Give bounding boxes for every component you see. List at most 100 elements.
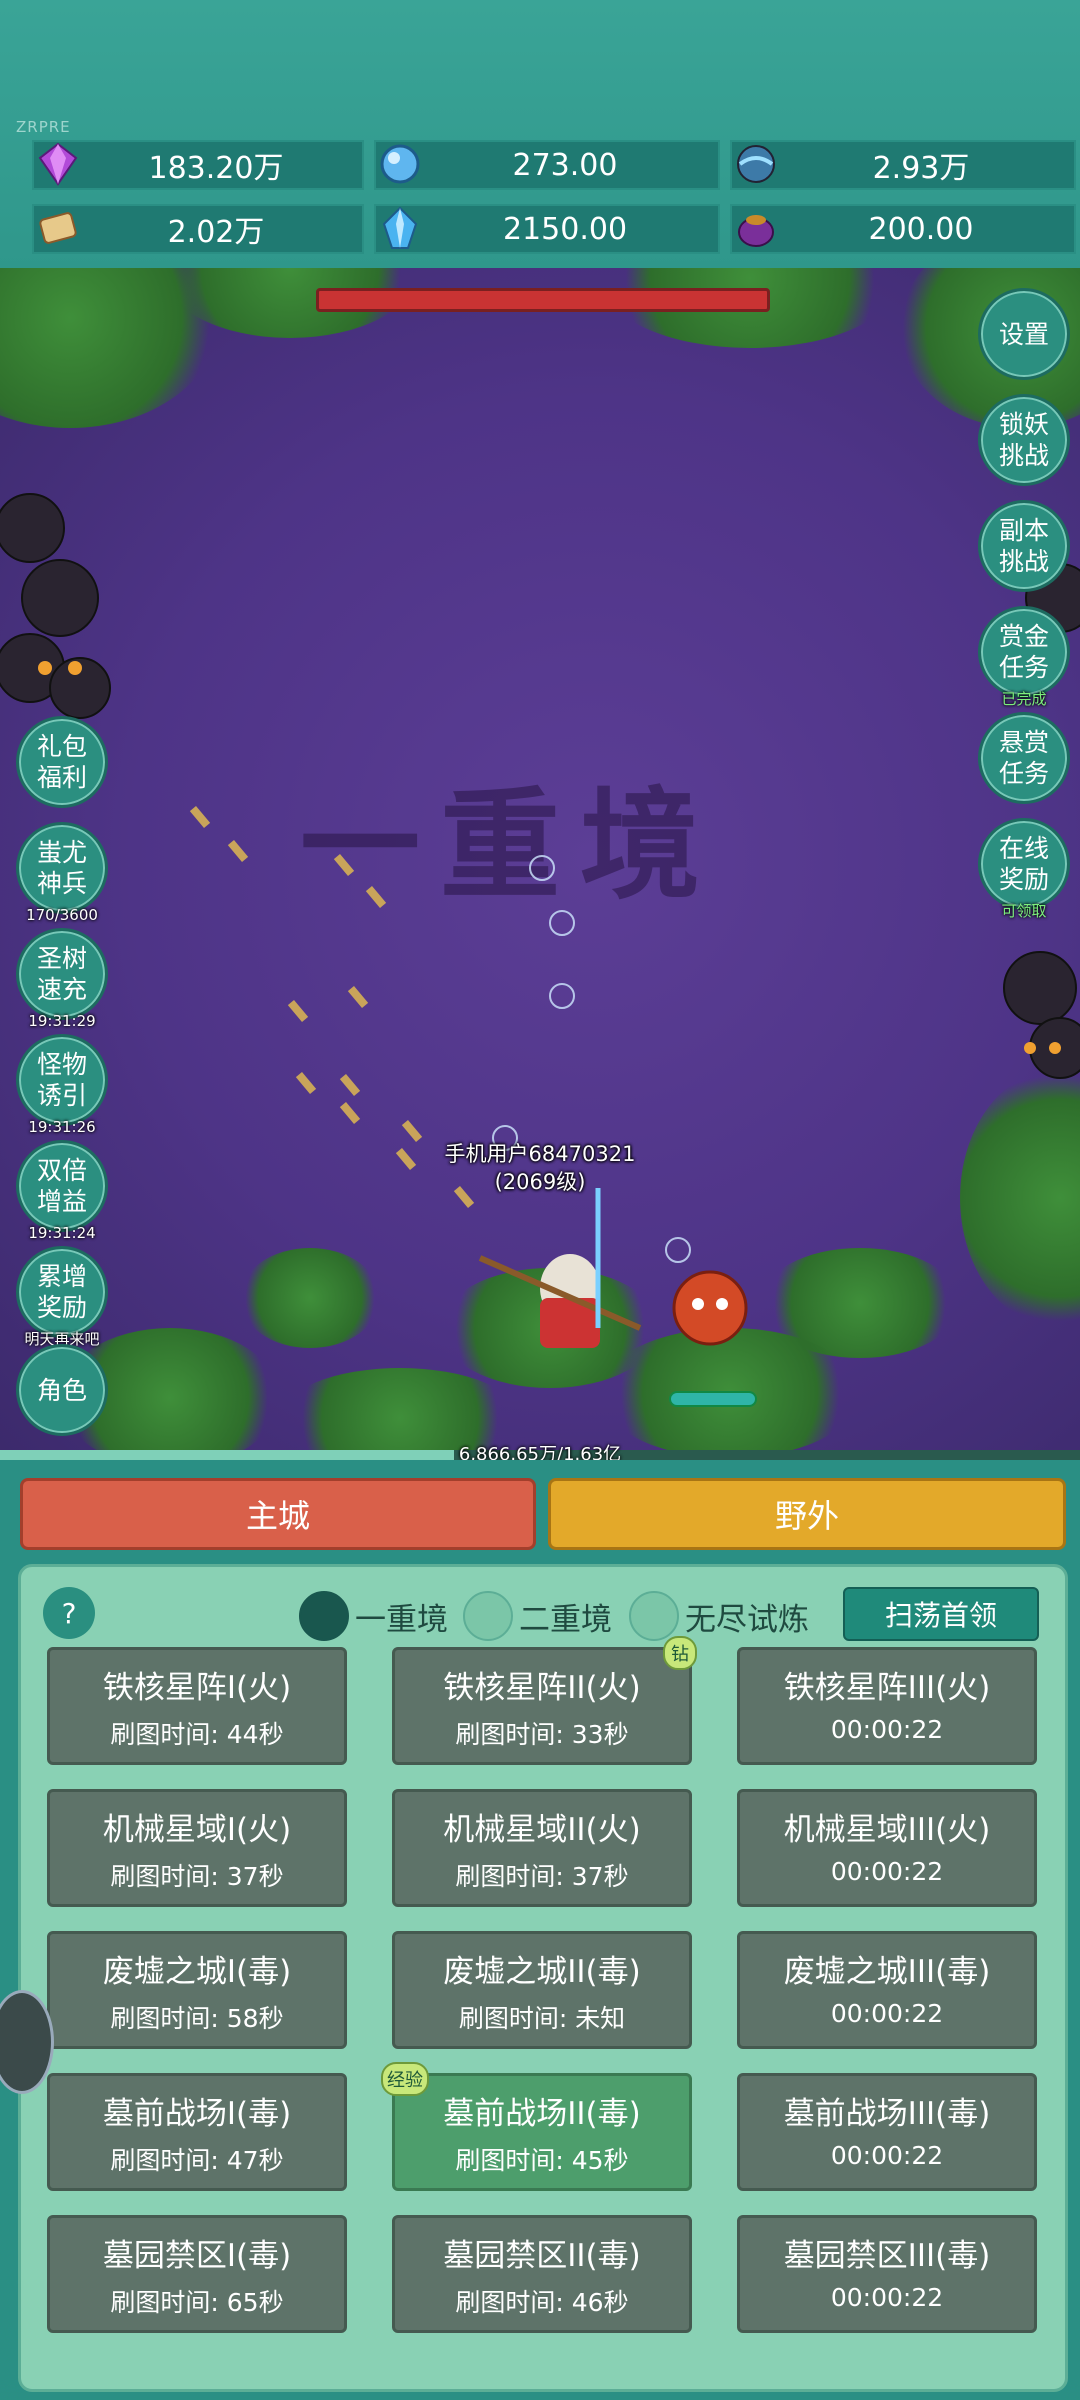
battle-scene: 一重境 手机用户68470321 (2069级) bbox=[0, 268, 1080, 1450]
resource-blue-sphere[interactable]: 2.93万 bbox=[730, 140, 1076, 190]
stage-card[interactable]: 铁核星阵I(火) 刷图时间: 44秒 bbox=[47, 1647, 347, 1765]
player-nameplate: 手机用户68470321 (2069级) bbox=[400, 1140, 680, 1196]
button-label: 累增奖励 bbox=[36, 1262, 87, 1322]
player-level: (2069级) bbox=[494, 1170, 586, 1194]
stage-card[interactable]: 墓前战场III(毒) 00:00:22 bbox=[737, 2073, 1037, 2191]
button-label: 礼包福利 bbox=[36, 732, 87, 792]
stage-card[interactable]: 铁核星阵III(火) 00:00:22 bbox=[737, 1647, 1037, 1765]
stage-time: 刷图时间: 37秒 bbox=[110, 1862, 284, 1891]
stage-time: 刷图时间: 37秒 bbox=[455, 1862, 629, 1891]
stage-time: 刷图时间: 44秒 bbox=[110, 1720, 284, 1749]
button-label: 悬赏任务 bbox=[998, 728, 1049, 788]
stage-name: 废墟之城I(毒) bbox=[102, 1954, 292, 1990]
stage-name: 机械星域II(火) bbox=[443, 1812, 641, 1848]
button-status: 可领取 bbox=[1001, 902, 1047, 920]
scroll-icon bbox=[30, 200, 86, 256]
stage-time: 刷图时间: 65秒 bbox=[110, 2288, 284, 2317]
stage-card[interactable]: 机械星域I(火) 刷图时间: 37秒 bbox=[47, 1789, 347, 1907]
tab-label: 主城 bbox=[245, 1497, 310, 1535]
resource-purple-pot[interactable]: 200.00 bbox=[730, 204, 1076, 254]
button-label: 赏金任务 bbox=[998, 622, 1049, 682]
resource-bar: ZRPRE 183.20万 273.00 2.93万 2.02万 2150.00… bbox=[0, 0, 1080, 268]
button-label: 怪物诱引 bbox=[36, 1050, 87, 1110]
resource-purple-gem[interactable]: 183.20万 bbox=[32, 140, 364, 190]
stage-card[interactable]: 铁核星阵II(火) 刷图时间: 33秒 钻 bbox=[392, 1636, 697, 1765]
stage-name: 墓园禁区III(毒) bbox=[783, 2238, 991, 2274]
dungeon-challenge-button[interactable]: 副本挑战 bbox=[978, 500, 1070, 592]
stage-name: 铁核星阵III(火) bbox=[783, 1670, 991, 1706]
monster-lure-button[interactable]: 怪物诱引 19:31:26 bbox=[16, 1034, 108, 1136]
chiyou-weapon-button[interactable]: 蚩尤神兵 170/3600 bbox=[16, 822, 108, 924]
diamond-badge: 钻 bbox=[663, 1636, 697, 1670]
stage-card[interactable]: 废墟之城I(毒) 刷图时间: 58秒 bbox=[47, 1931, 347, 2049]
stage-card[interactable]: 机械星域II(火) 刷图时间: 37秒 bbox=[392, 1789, 692, 1907]
resource-blue-orb[interactable]: 273.00 bbox=[374, 140, 720, 190]
button-label: 圣树速充 bbox=[36, 944, 87, 1004]
exp-badge: 经验 bbox=[381, 2062, 429, 2096]
stage-card[interactable]: 墓前战场I(毒) 刷图时间: 47秒 bbox=[47, 2073, 347, 2191]
stage-name: 铁核星阵II(火) bbox=[443, 1670, 641, 1706]
stage-time: 00:00:22 bbox=[830, 1857, 944, 1886]
stage-name: 墓前战场III(毒) bbox=[783, 2096, 991, 2132]
purple-pot-icon bbox=[728, 200, 784, 256]
button-label: 蚩尤神兵 bbox=[36, 838, 87, 898]
main-city-tab[interactable]: 主城 bbox=[20, 1478, 536, 1550]
stage-card[interactable]: 机械星域III(火) 00:00:22 bbox=[737, 1789, 1037, 1907]
wild-tab[interactable]: 野外 bbox=[548, 1478, 1066, 1550]
tab-label: 野外 bbox=[774, 1497, 839, 1535]
stage-card[interactable]: 墓园禁区II(毒) 刷图时间: 46秒 bbox=[392, 2215, 692, 2333]
mode-option-realm-2[interactable]: 二重境 bbox=[463, 1591, 612, 1641]
bounty-gold-task-button[interactable]: 赏金任务 已完成 bbox=[978, 606, 1070, 708]
stage-name: 废墟之城III(毒) bbox=[783, 1954, 991, 1990]
stage-name: 机械星域III(火) bbox=[783, 1812, 991, 1848]
holy-tree-charge-button[interactable]: 圣树速充 19:31:29 bbox=[16, 928, 108, 1030]
stage-name: 墓园禁区II(毒) bbox=[443, 2238, 641, 2274]
button-label: 设置 bbox=[998, 319, 1049, 349]
stage-card[interactable]: 墓园禁区III(毒) 00:00:22 bbox=[737, 2215, 1037, 2333]
online-reward-button[interactable]: 在线奖励 可领取 bbox=[978, 818, 1070, 920]
blue-crystal-icon bbox=[372, 200, 428, 256]
stage-card[interactable]: 废墟之城III(毒) 00:00:22 bbox=[737, 1931, 1037, 2049]
settings-button[interactable]: 设置 bbox=[978, 288, 1070, 380]
radio-selected-icon bbox=[299, 1591, 349, 1641]
stage-card[interactable]: 废墟之城II(毒) 刷图时间: 未知 bbox=[392, 1931, 692, 2049]
stage-name: 墓前战场II(毒) bbox=[443, 2096, 641, 2132]
resource-blue-crystal[interactable]: 2150.00 bbox=[374, 204, 720, 254]
purple-gem-icon bbox=[30, 136, 86, 192]
double-boost-button[interactable]: 双倍增益 19:31:24 bbox=[16, 1140, 108, 1242]
stage-time: 刷图时间: 47秒 bbox=[110, 2146, 284, 2175]
stage-card[interactable]: 墓园禁区I(毒) 刷图时间: 65秒 bbox=[47, 2215, 347, 2333]
stage-name: 机械星域I(火) bbox=[102, 1812, 292, 1848]
button-timer: 19:31:24 bbox=[28, 1224, 96, 1242]
lock-demon-challenge-button[interactable]: 锁妖挑战 bbox=[978, 394, 1070, 486]
mode-label: 二重境 bbox=[519, 1601, 612, 1638]
stage-time: 刷图时间: 未知 bbox=[458, 2004, 626, 2033]
reward-task-button[interactable]: 悬赏任务 bbox=[978, 712, 1070, 804]
stage-time: 刷图时间: 45秒 bbox=[455, 2146, 629, 2175]
mode-label: 无尽试炼 bbox=[685, 1601, 809, 1638]
mode-option-endless[interactable]: 无尽试炼 bbox=[629, 1591, 809, 1641]
stage-name: 墓园禁区I(毒) bbox=[102, 2238, 292, 2274]
watermark-label: ZRPRE bbox=[16, 118, 71, 136]
stage-card-current[interactable]: 墓前战场II(毒) 刷图时间: 45秒 经验 bbox=[381, 2062, 692, 2191]
button-label: 锁妖挑战 bbox=[998, 410, 1049, 470]
stage-time: 刷图时间: 58秒 bbox=[110, 2004, 284, 2033]
sweep-boss-button[interactable]: 扫荡首领 bbox=[843, 1587, 1039, 1641]
mode-option-realm-1[interactable]: 一重境 bbox=[299, 1591, 448, 1641]
button-status: 已完成 bbox=[1001, 690, 1047, 708]
stage-time: 00:00:22 bbox=[830, 1999, 944, 2028]
player-name: 手机用户68470321 bbox=[444, 1142, 636, 1166]
stage-select-panel: ? 一重境 二重境 无尽试炼 扫荡首领 铁核星阵I(火) 刷图时间: 44秒 铁核… bbox=[18, 1564, 1068, 2392]
button-label: 在线奖励 bbox=[998, 834, 1049, 894]
stage-name: 铁核星阵I(火) bbox=[102, 1670, 292, 1706]
stage-time: 00:00:22 bbox=[830, 2141, 944, 2170]
character-button[interactable]: 角色 bbox=[16, 1344, 108, 1436]
button-timer: 19:31:29 bbox=[28, 1012, 96, 1030]
help-button[interactable]: ? bbox=[43, 1587, 95, 1639]
resource-scroll[interactable]: 2.02万 bbox=[32, 204, 364, 254]
button-label: 角色 bbox=[36, 1375, 87, 1405]
stage-time: 刷图时间: 33秒 bbox=[455, 1720, 629, 1749]
blue-sphere-icon bbox=[728, 136, 784, 192]
gift-welfare-button[interactable]: 礼包福利 bbox=[16, 716, 108, 808]
cumulative-reward-button[interactable]: 累增奖励 明天再来吧 bbox=[16, 1246, 108, 1348]
